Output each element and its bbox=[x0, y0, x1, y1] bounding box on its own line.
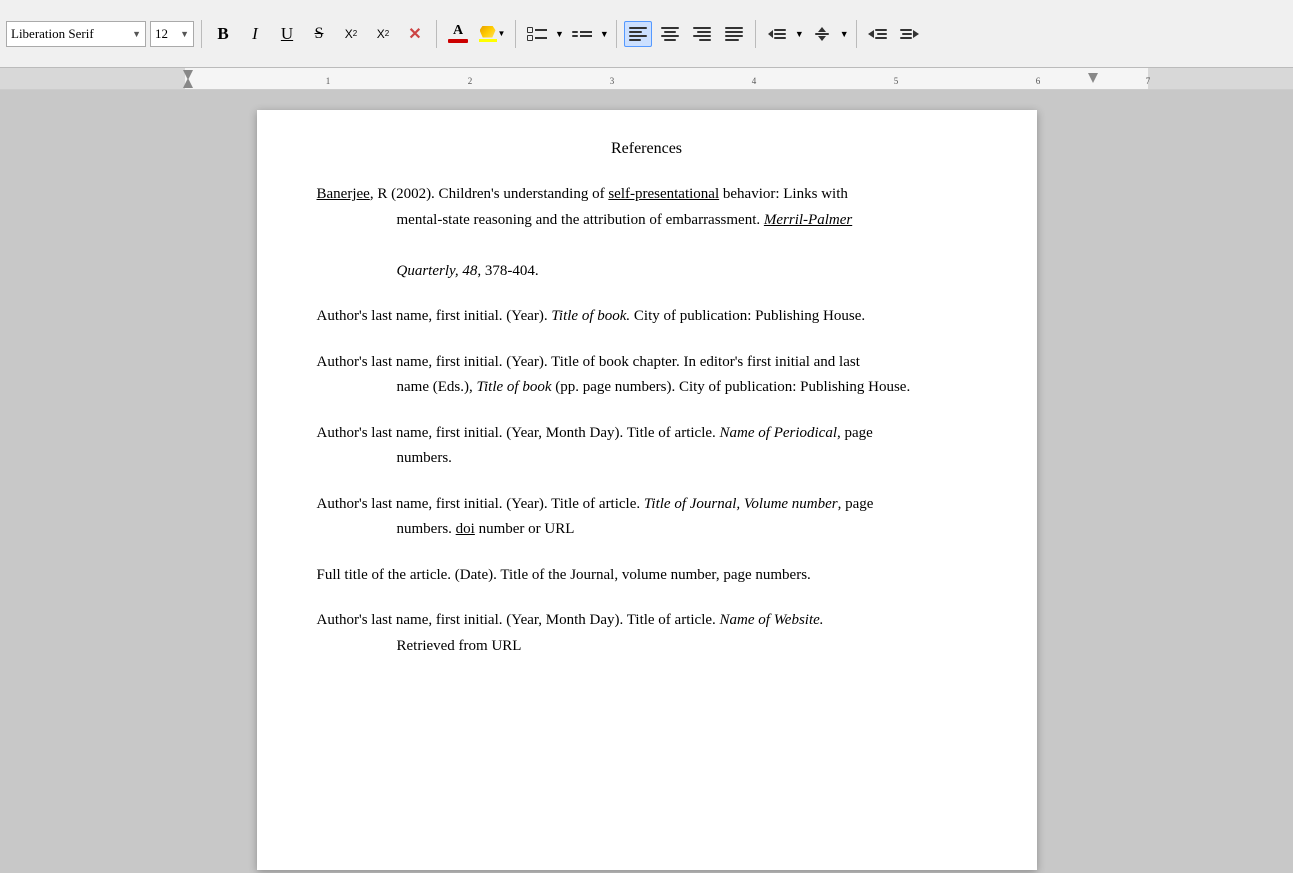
list-dropdown-2[interactable]: ▼ bbox=[600, 29, 609, 39]
ref2-text: Author's last name, first initial. (Year… bbox=[317, 308, 866, 324]
ref5-first-line: Author's last name, first initial. (Year… bbox=[317, 496, 874, 512]
ref1-continuation: mental-state reasoning and the attributi… bbox=[397, 208, 977, 234]
ref7-continuation: Retrieved from URL bbox=[397, 634, 977, 660]
ruler-mark-3: 3 bbox=[610, 76, 615, 86]
align-center-button[interactable] bbox=[656, 21, 684, 47]
right-margin-marker[interactable] bbox=[1088, 73, 1098, 83]
font-color-letter: A bbox=[453, 24, 463, 38]
ruler-mark-7: 7 bbox=[1146, 76, 1151, 86]
reference-entry-7: Author's last name, first initial. (Year… bbox=[317, 608, 977, 659]
font-color-bar bbox=[448, 39, 468, 43]
highlight-icon bbox=[480, 26, 496, 38]
ruler-mark-5: 5 bbox=[894, 76, 899, 86]
ref1-banerjee: Banerjee bbox=[317, 186, 370, 202]
document-area: References Banerjee, R (2002). Children'… bbox=[0, 90, 1293, 873]
document-page[interactable]: References Banerjee, R (2002). Children'… bbox=[257, 110, 1037, 870]
reference-entry-1: Banerjee, R (2002). Children's understan… bbox=[317, 182, 977, 284]
align-right-button[interactable] bbox=[688, 21, 716, 47]
align-left-button[interactable] bbox=[624, 21, 652, 47]
reference-entry-4: Author's last name, first initial. (Year… bbox=[317, 421, 977, 472]
ref3-continuation: name (Eds.), Title of book (pp. page num… bbox=[397, 375, 977, 401]
ref1-continuation2: Quarterly, 48, 378-404. bbox=[397, 259, 977, 285]
list-dropdown-1[interactable]: ▼ bbox=[555, 29, 564, 39]
separator-1 bbox=[201, 20, 202, 48]
underline-button[interactable]: U bbox=[273, 21, 301, 47]
decrease-indent-button[interactable] bbox=[864, 21, 892, 47]
reference-entry-3: Author's last name, first initial. (Year… bbox=[317, 350, 977, 401]
ruler-mark-1: 1 bbox=[326, 76, 331, 86]
ref1-text1: , R (2002). Children's understanding of bbox=[370, 186, 609, 202]
separator-6 bbox=[856, 20, 857, 48]
ref4-continuation: numbers. bbox=[397, 446, 977, 472]
page-title: References bbox=[317, 140, 977, 158]
ref1-text2: behavior: Links with bbox=[719, 186, 848, 202]
font-size-selector[interactable]: 12 ▼ bbox=[150, 21, 194, 47]
separator-3 bbox=[515, 20, 516, 48]
ref5-continuation: numbers. doi number or URL bbox=[397, 517, 977, 543]
ref7-first-line: Author's last name, first initial. (Year… bbox=[317, 612, 824, 628]
italic-button[interactable]: I bbox=[241, 21, 269, 47]
ref1-selfpres: self-presentational bbox=[608, 186, 719, 202]
ruler-mark-2: 2 bbox=[468, 76, 473, 86]
toolbar: Liberation Serif ▼ 12 ▼ B I U S X2 X2 ✕ … bbox=[0, 0, 1293, 68]
reference-entry-5: Author's last name, first initial. (Year… bbox=[317, 492, 977, 543]
highlight-color-button[interactable]: ▼ bbox=[476, 21, 508, 47]
line-spacing-dropdown[interactable]: ▼ bbox=[795, 29, 804, 39]
ruler: 1 2 3 4 5 6 7 bbox=[0, 68, 1293, 90]
separator-2 bbox=[436, 20, 437, 48]
ref3-first-line: Author's last name, first initial. (Year… bbox=[317, 354, 860, 370]
highlight-dropdown-arrow: ▼ bbox=[498, 29, 506, 38]
font-name-selector[interactable]: Liberation Serif ▼ bbox=[6, 21, 146, 47]
font-name-value: Liberation Serif bbox=[11, 26, 130, 42]
increase-indent-button[interactable] bbox=[896, 21, 924, 47]
reference-entry-6: Full title of the article. (Date). Title… bbox=[317, 563, 977, 589]
line-spacing-button[interactable] bbox=[763, 21, 791, 47]
subscript-button[interactable]: X2 bbox=[369, 21, 397, 47]
strikethrough-button[interactable]: S bbox=[305, 21, 333, 47]
paragraph-spacing-button[interactable] bbox=[808, 21, 836, 47]
font-color-button[interactable]: A bbox=[444, 21, 472, 47]
ruler-mark-6: 6 bbox=[1036, 76, 1041, 86]
ruler-mark-4: 4 bbox=[752, 76, 757, 86]
separator-4 bbox=[616, 20, 617, 48]
clear-format-button[interactable]: ✕ bbox=[401, 21, 429, 47]
list-button-1[interactable] bbox=[523, 21, 551, 47]
font-size-value: 12 bbox=[155, 26, 178, 42]
font-name-arrow: ▼ bbox=[132, 29, 141, 39]
bold-button[interactable]: B bbox=[209, 21, 237, 47]
list-button-2[interactable] bbox=[568, 21, 596, 47]
superscript-button[interactable]: X2 bbox=[337, 21, 365, 47]
ref6-text: Full title of the article. (Date). Title… bbox=[317, 567, 811, 583]
separator-5 bbox=[755, 20, 756, 48]
align-justify-button[interactable] bbox=[720, 21, 748, 47]
paragraph-spacing-dropdown[interactable]: ▼ bbox=[840, 29, 849, 39]
reference-entry-2: Author's last name, first initial. (Year… bbox=[317, 304, 977, 330]
highlight-color-bar bbox=[479, 39, 497, 42]
ref4-first-line: Author's last name, first initial. (Year… bbox=[317, 425, 873, 441]
font-size-arrow: ▼ bbox=[180, 29, 189, 39]
